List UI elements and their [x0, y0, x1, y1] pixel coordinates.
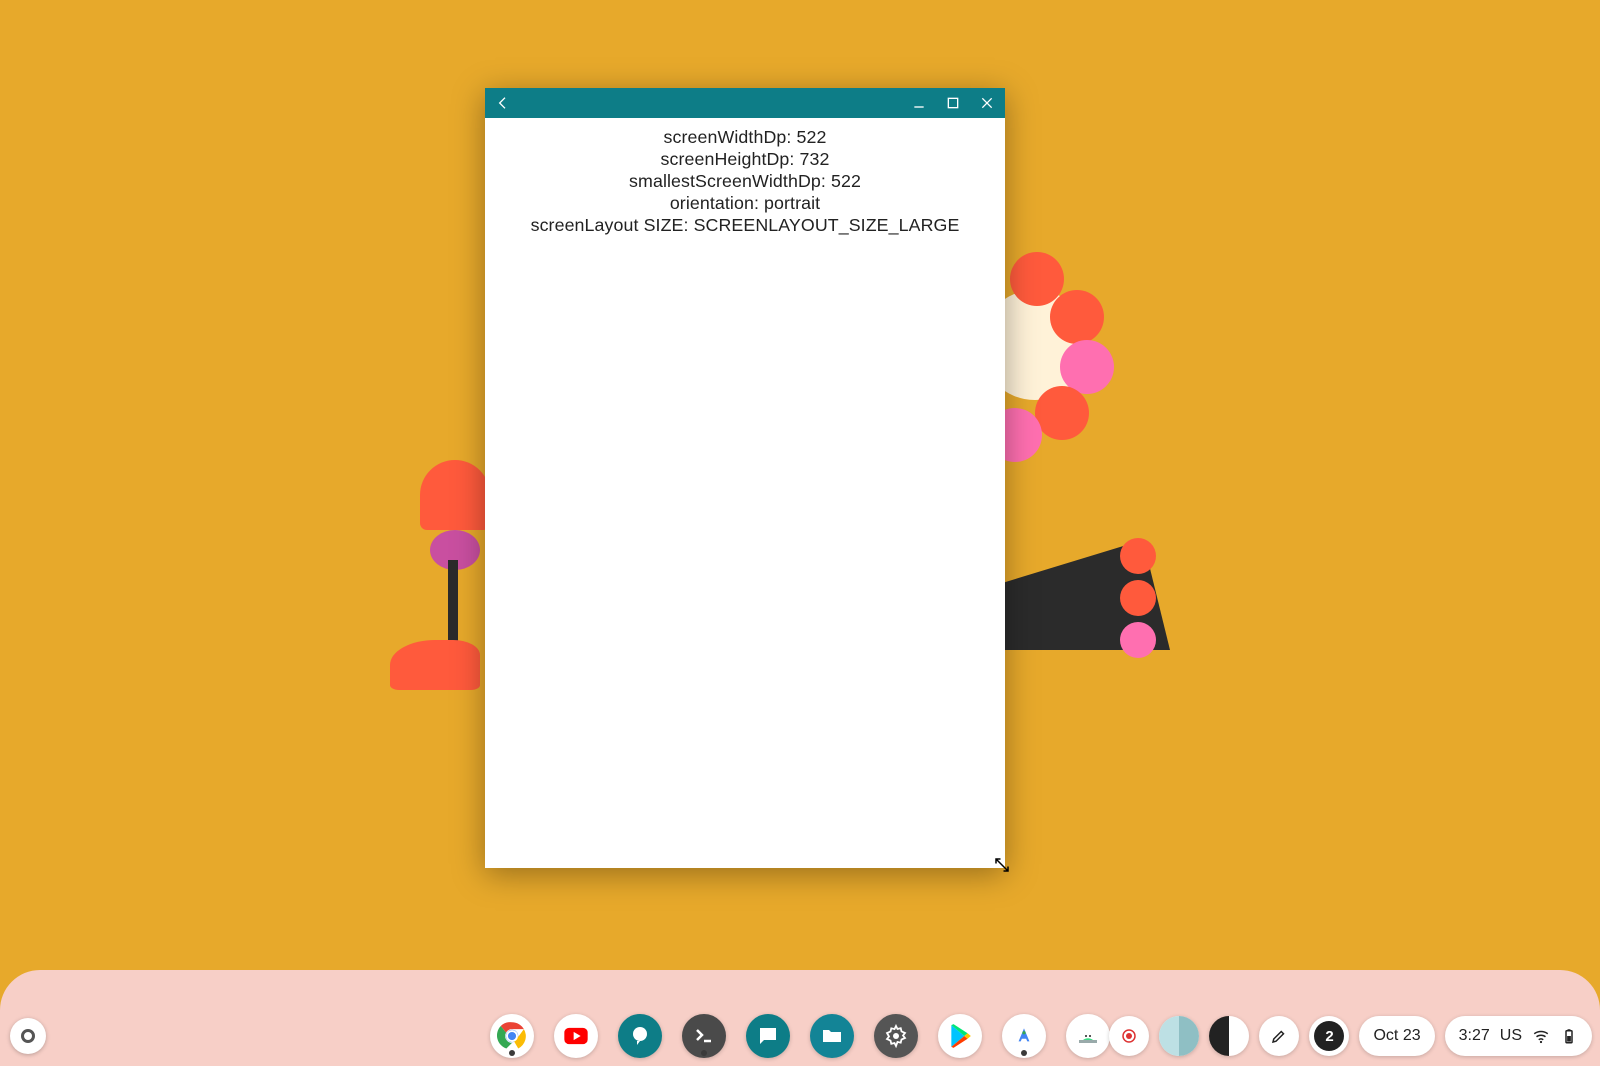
config-value: 732	[800, 149, 830, 169]
battery-icon	[1560, 1027, 1578, 1045]
app-settings[interactable]	[874, 1014, 918, 1058]
screen-record-icon[interactable]	[1109, 1016, 1149, 1056]
wifi-icon	[1532, 1027, 1550, 1045]
config-label: screenHeightDp	[661, 149, 790, 169]
notification-badge[interactable]: 2	[1309, 1016, 1349, 1056]
status-time: 3:27	[1459, 1027, 1490, 1045]
running-indicator-icon	[1021, 1050, 1027, 1056]
config-label: screenLayout SIZE	[531, 215, 684, 235]
app-play-store[interactable]	[938, 1014, 982, 1058]
app-chat[interactable]	[618, 1014, 662, 1058]
app-android-studio[interactable]	[1002, 1014, 1046, 1058]
notification-count: 2	[1314, 1021, 1344, 1051]
minimize-button[interactable]	[909, 93, 929, 113]
android-app-window: screenWidthDp: 522 screenHeightDp: 732 s…	[485, 88, 1005, 868]
window-content: screenWidthDp: 522 screenHeightDp: 732 s…	[485, 118, 1005, 236]
running-app-thumb[interactable]	[1159, 1016, 1199, 1056]
close-button[interactable]	[977, 93, 997, 113]
wallpaper-fox	[390, 640, 480, 690]
config-value: SCREENLAYOUT_SIZE_LARGE	[694, 215, 960, 235]
app-youtube[interactable]	[554, 1014, 598, 1058]
config-value: portrait	[764, 193, 820, 213]
system-tray[interactable]: 3:27 US	[1445, 1016, 1592, 1056]
status-date: Oct 23	[1373, 1027, 1420, 1045]
config-row: screenHeightDp: 732	[501, 148, 989, 170]
wallpaper-thistle	[420, 460, 490, 530]
wallpaper-petal	[1010, 252, 1064, 306]
config-value: 522	[796, 127, 826, 147]
wallpaper-dot	[1120, 580, 1156, 616]
wallpaper-petal	[1035, 386, 1089, 440]
do-not-disturb-icon[interactable]	[1209, 1016, 1249, 1056]
status-area: 2 Oct 23 3:27 US	[1109, 1016, 1592, 1056]
config-row: orientation: portrait	[501, 192, 989, 214]
date-pill[interactable]: Oct 23	[1359, 1016, 1434, 1056]
back-button[interactable]	[493, 93, 513, 113]
window-titlebar[interactable]	[485, 88, 1005, 118]
app-chrome[interactable]	[490, 1014, 534, 1058]
config-row: screenLayout SIZE: SCREENLAYOUT_SIZE_LAR…	[501, 214, 989, 236]
maximize-button[interactable]	[943, 93, 963, 113]
config-value: 522	[831, 171, 861, 191]
running-indicator-icon	[701, 1050, 707, 1056]
wallpaper-dot	[1120, 538, 1156, 574]
config-label: smallestScreenWidthDp	[629, 171, 821, 191]
app-files[interactable]	[810, 1014, 854, 1058]
config-label: orientation	[670, 193, 754, 213]
config-row: smallestScreenWidthDp: 522	[501, 170, 989, 192]
config-label: screenWidthDp	[664, 127, 787, 147]
app-messages[interactable]	[746, 1014, 790, 1058]
app-terminal[interactable]	[682, 1014, 726, 1058]
app-emulator[interactable]	[1066, 1014, 1110, 1058]
running-indicator-icon	[509, 1050, 515, 1056]
stylus-tools-icon[interactable]	[1259, 1016, 1299, 1056]
config-row: screenWidthDp: 522	[501, 126, 989, 148]
keyboard-layout: US	[1500, 1027, 1522, 1045]
desktop-wallpaper: screenWidthDp: 522 screenHeightDp: 732 s…	[0, 0, 1600, 1066]
wallpaper-dot	[1120, 622, 1156, 658]
resize-handle[interactable]	[993, 856, 1011, 874]
wallpaper-petal	[1050, 290, 1104, 344]
